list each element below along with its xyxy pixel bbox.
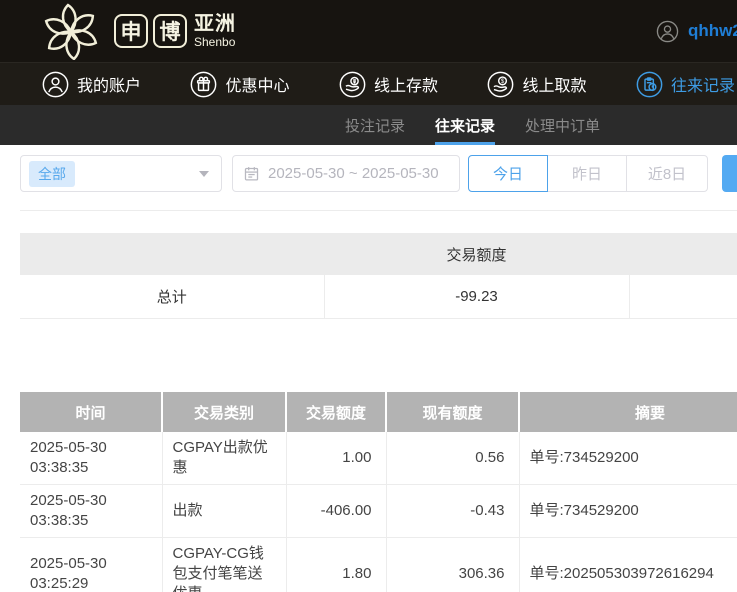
table-cell: 0.56 bbox=[386, 432, 519, 485]
summary-empty-cell bbox=[629, 275, 737, 318]
deposit-icon bbox=[339, 71, 366, 98]
nav-item-transaction-records[interactable]: 往来记录 bbox=[636, 71, 735, 98]
table-row: 2025-05-30 03:38:35CGPAY出款优惠1.000.56单号:7… bbox=[20, 432, 737, 485]
user-icon bbox=[42, 71, 69, 98]
page: 申 博 亚洲 Shenbo qhhw2 我的账户 bbox=[0, 0, 737, 592]
table-cell: 单号:202505303972616294 bbox=[519, 538, 737, 592]
selected-filter-tag[interactable]: 全部 bbox=[29, 161, 75, 187]
records-table: 时间交易类别交易额度现有额度摘要 2025-05-30 03:38:35CGPA… bbox=[20, 392, 737, 592]
column-header: 现有额度 bbox=[386, 392, 519, 432]
table-cell: 2025-05-30 03:25:29 bbox=[20, 538, 162, 592]
brand-region: 亚洲 bbox=[194, 13, 236, 35]
table-row: 2025-05-30 03:38:35出款-406.00-0.43单号:7345… bbox=[20, 485, 737, 538]
avatar-icon bbox=[656, 20, 679, 43]
summary-total-row: 总计 -99.23 bbox=[20, 275, 737, 318]
table-cell: 单号:734529200 bbox=[519, 485, 737, 538]
user-account-area[interactable]: qhhw2 bbox=[656, 0, 737, 62]
summary-header-empty bbox=[20, 233, 324, 275]
column-header: 交易类别 bbox=[162, 392, 286, 432]
nav-item-deposit[interactable]: 线上存款 bbox=[339, 71, 438, 98]
nav-item-promotions[interactable]: 优惠中心 bbox=[190, 71, 289, 98]
main-navigation: 我的账户 优惠中心 线上存款 bbox=[0, 62, 737, 105]
records-header-row: 时间交易类别交易额度现有额度摘要 bbox=[20, 392, 737, 432]
type-filter-select[interactable]: 全部 bbox=[20, 155, 222, 192]
nav-label: 往来记录 bbox=[671, 72, 735, 96]
table-cell: 2025-05-30 03:38:35 bbox=[20, 432, 162, 485]
table-cell: CGPAY出款优惠 bbox=[162, 432, 286, 485]
table-cell: 2025-05-30 03:38:35 bbox=[20, 485, 162, 538]
withdraw-icon: $ bbox=[487, 71, 514, 98]
brand-latin-name: Shenbo bbox=[194, 35, 236, 49]
summary-header-empty bbox=[629, 233, 737, 275]
brand-char-shen: 申 bbox=[114, 14, 148, 48]
table-cell: 出款 bbox=[162, 485, 286, 538]
table-cell: 306.36 bbox=[386, 538, 519, 592]
records-icon bbox=[636, 71, 663, 98]
yesterday-button[interactable]: 昨日 bbox=[547, 155, 627, 192]
tab-betting-records[interactable]: 投注记录 bbox=[345, 105, 405, 145]
nav-label: 我的账户 bbox=[77, 72, 141, 96]
table-cell: 单号:734529200 bbox=[519, 432, 737, 485]
summary-header-amount: 交易额度 bbox=[324, 233, 629, 275]
nav-item-withdraw[interactable]: $ 线上取款 bbox=[487, 71, 586, 98]
date-range-picker[interactable]: 2025-05-30 ~ 2025-05-30 bbox=[232, 155, 460, 192]
summary-table: 交易额度 总计 -99.23 bbox=[20, 233, 737, 319]
table-cell: -406.00 bbox=[286, 485, 386, 538]
tab-transaction-records[interactable]: 往来记录 bbox=[435, 105, 495, 145]
summary-total-value: -99.23 bbox=[324, 275, 629, 318]
brand-char-bo: 博 bbox=[153, 14, 187, 48]
table-cell: 1.80 bbox=[286, 538, 386, 592]
column-header: 交易额度 bbox=[286, 392, 386, 432]
tab-pending-orders[interactable]: 处理中订单 bbox=[525, 105, 600, 145]
today-button[interactable]: 今日 bbox=[468, 155, 548, 192]
flower-logo-icon bbox=[38, 2, 104, 60]
nav-label: 优惠中心 bbox=[225, 72, 289, 96]
quick-date-buttons: 今日 昨日 近8日 bbox=[468, 155, 708, 192]
last-8-days-button[interactable]: 近8日 bbox=[626, 155, 708, 192]
search-button[interactable] bbox=[722, 155, 737, 192]
table-cell: -0.43 bbox=[386, 485, 519, 538]
nav-label: 线上取款 bbox=[522, 72, 586, 96]
gift-icon bbox=[190, 71, 217, 98]
table-row: 2025-05-30 03:25:29CGPAY-CG钱包支付笔笔送优惠1.80… bbox=[20, 538, 737, 592]
summary-total-label: 总计 bbox=[20, 275, 324, 318]
sub-navigation: 投注记录 往来记录 处理中订单 bbox=[0, 105, 737, 145]
top-brand-bar: 申 博 亚洲 Shenbo qhhw2 bbox=[0, 0, 737, 62]
table-cell: CGPAY-CG钱包支付笔笔送优惠 bbox=[162, 538, 286, 592]
brand-logo[interactable]: 申 博 亚洲 Shenbo bbox=[0, 2, 236, 60]
nav-item-my-account[interactable]: 我的账户 bbox=[42, 71, 141, 98]
nav-label: 线上存款 bbox=[374, 72, 438, 96]
calendar-icon bbox=[243, 165, 260, 182]
column-header: 时间 bbox=[20, 392, 162, 432]
date-range-value: 2025-05-30 ~ 2025-05-30 bbox=[268, 165, 439, 182]
section-divider bbox=[20, 210, 737, 211]
username-label[interactable]: qhhw2 bbox=[688, 21, 737, 41]
chevron-down-icon bbox=[199, 171, 209, 177]
summary-header-row: 交易额度 bbox=[20, 233, 737, 275]
brand-characters: 申 博 bbox=[114, 14, 187, 48]
table-cell: 1.00 bbox=[286, 432, 386, 485]
column-header: 摘要 bbox=[519, 392, 737, 432]
